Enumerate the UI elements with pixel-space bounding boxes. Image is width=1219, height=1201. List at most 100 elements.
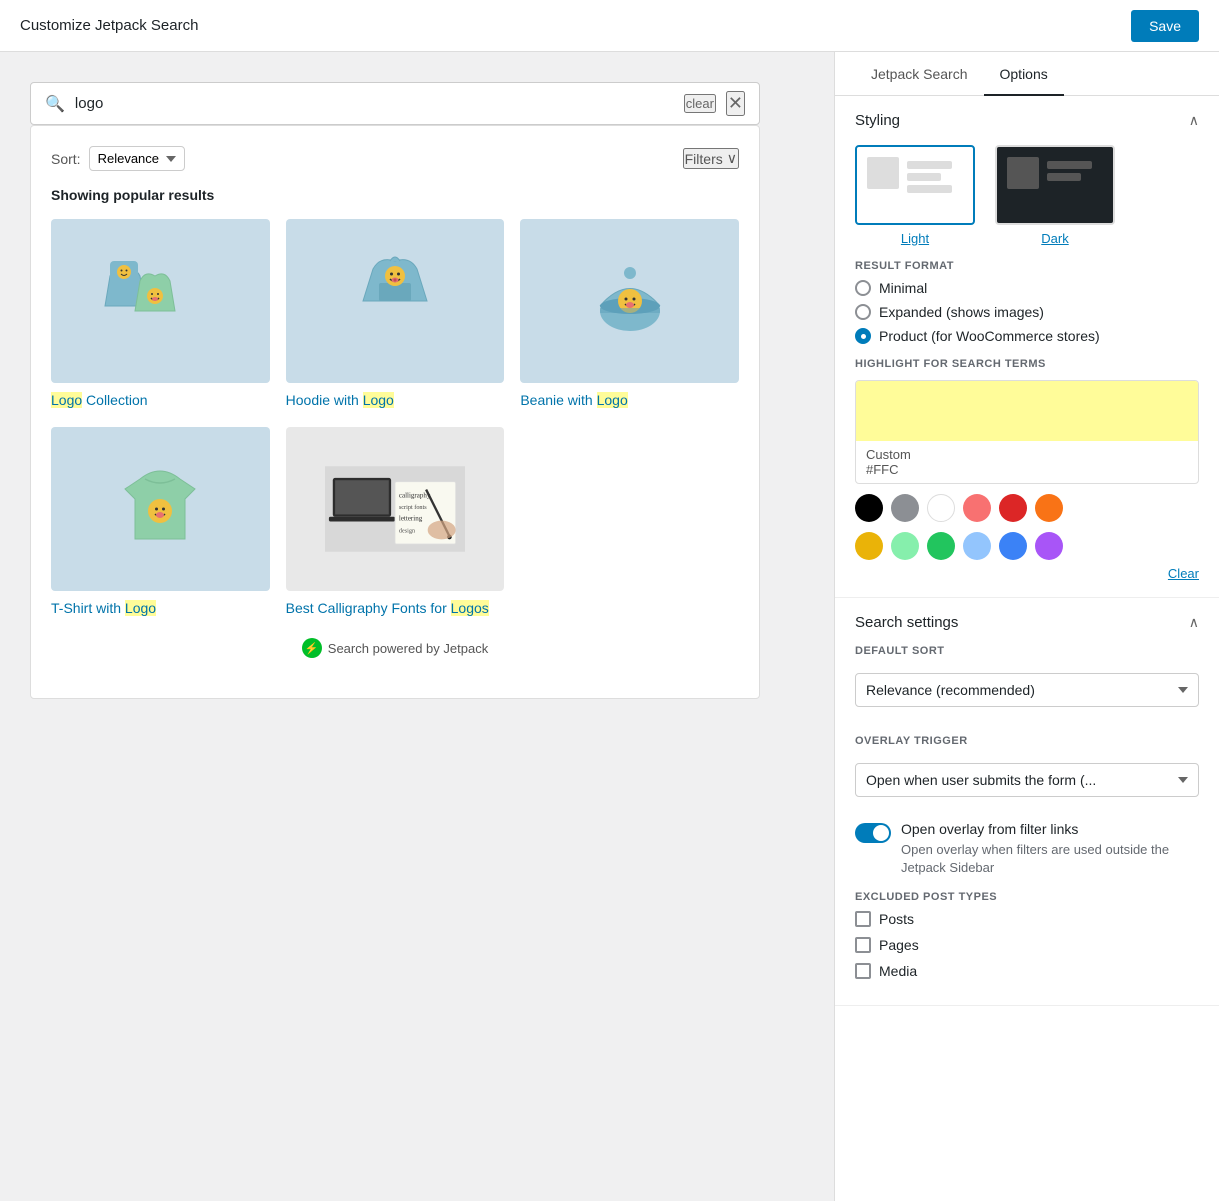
search-clear-button[interactable]: clear bbox=[684, 94, 716, 113]
product-highlight-3: Logo bbox=[597, 392, 628, 408]
excluded-post-types-label: Excluded post types bbox=[855, 891, 1199, 903]
result-format-minimal[interactable]: Minimal bbox=[855, 280, 1199, 296]
checkbox-posts-label: Posts bbox=[879, 911, 914, 927]
product-card-2[interactable]: Hoodie with Logo bbox=[286, 219, 505, 411]
search-settings-title: Search settings bbox=[855, 614, 958, 631]
radio-expanded-label: Expanded (shows images) bbox=[879, 304, 1044, 320]
theme-dark-line-1 bbox=[1047, 161, 1092, 169]
color-dot-light-blue[interactable] bbox=[963, 532, 991, 560]
product-title-3: Beanie with Logo bbox=[520, 391, 739, 411]
color-dot-pink[interactable] bbox=[963, 494, 991, 522]
theme-light-option[interactable]: Light bbox=[855, 145, 975, 246]
powered-by-footer: ⚡ Search powered by Jetpack bbox=[51, 618, 739, 678]
search-settings-chevron-icon: ∧ bbox=[1189, 614, 1199, 631]
search-settings-section: Search settings ∧ DEFAULT SORT Relevance… bbox=[835, 598, 1219, 1006]
filters-button[interactable]: Filters ∨ bbox=[683, 148, 739, 169]
overlay-trigger-label: OVERLAY TRIGGER bbox=[855, 735, 1199, 747]
default-sort-select[interactable]: Relevance (recommended) Date Price: Low … bbox=[855, 673, 1199, 707]
color-dot-blue[interactable] bbox=[999, 532, 1027, 560]
theme-light-label[interactable]: Light bbox=[901, 231, 929, 246]
product-highlight-2: Logo bbox=[363, 392, 394, 408]
search-settings-header[interactable]: Search settings ∧ bbox=[855, 614, 1199, 631]
radio-product[interactable] bbox=[855, 328, 871, 344]
product-title-5: Best Calligraphy Fonts for Logos bbox=[286, 599, 505, 619]
search-box-container: 🔍 logo clear ✕ bbox=[30, 82, 760, 125]
result-format-product[interactable]: Product (for WooCommerce stores) bbox=[855, 328, 1199, 344]
checkbox-posts-box[interactable] bbox=[855, 911, 871, 927]
color-palette-row-2 bbox=[855, 532, 1199, 560]
default-sort-label: DEFAULT SORT bbox=[855, 645, 1199, 657]
color-dot-orange[interactable] bbox=[1035, 494, 1063, 522]
theme-light-box bbox=[867, 157, 899, 189]
theme-dark-preview[interactable] bbox=[995, 145, 1115, 225]
checkbox-posts[interactable]: Posts bbox=[855, 911, 1199, 927]
search-icon: 🔍 bbox=[45, 94, 65, 114]
radio-minimal-label: Minimal bbox=[879, 280, 927, 296]
clear-color-link[interactable]: Clear bbox=[855, 566, 1199, 581]
theme-light-row bbox=[867, 157, 963, 193]
product-image-1 bbox=[51, 219, 270, 383]
color-dot-light-green[interactable] bbox=[891, 532, 919, 560]
theme-dark-line-2 bbox=[1047, 173, 1081, 181]
filter-toggle-text-block: Open overlay from filter links Open over… bbox=[901, 821, 1199, 877]
main-layout: 🔍 logo clear ✕ Sort: Relevance Date Pric… bbox=[0, 52, 1219, 1201]
product-image-4 bbox=[51, 427, 270, 591]
overlay-trigger-select[interactable]: Open when user submits the form (... Ope… bbox=[855, 763, 1199, 797]
product-image-hoodie-set bbox=[51, 219, 270, 383]
color-dot-gray[interactable] bbox=[891, 494, 919, 522]
svg-text:calligraphy: calligraphy bbox=[399, 491, 431, 499]
styling-section-header[interactable]: Styling ∧ bbox=[855, 112, 1199, 129]
product-card-4[interactable]: T-Shirt with Logo bbox=[51, 427, 270, 619]
filters-label: Filters bbox=[685, 151, 723, 167]
theme-light-line-3 bbox=[907, 185, 952, 193]
sort-label: Sort: bbox=[51, 151, 81, 167]
color-palette-row-1 bbox=[855, 494, 1199, 522]
theme-dark-label[interactable]: Dark bbox=[1041, 231, 1068, 246]
product-card-5[interactable]: calligraphy script fonts lettering desig… bbox=[286, 427, 505, 619]
filter-toggle-switch[interactable] bbox=[855, 823, 891, 843]
radio-minimal[interactable] bbox=[855, 280, 871, 296]
checkbox-media-box[interactable] bbox=[855, 963, 871, 979]
search-input[interactable]: logo bbox=[75, 95, 684, 112]
svg-text:script fonts: script fonts bbox=[399, 504, 427, 511]
custom-color-hex: #FFC bbox=[866, 462, 1188, 477]
radio-expanded[interactable] bbox=[855, 304, 871, 320]
result-format-expanded[interactable]: Expanded (shows images) bbox=[855, 304, 1199, 320]
save-button[interactable]: Save bbox=[1131, 10, 1199, 42]
sort-controls: Sort: Relevance Date Price bbox=[51, 146, 185, 171]
panel-tabs: Jetpack Search Options bbox=[835, 52, 1219, 96]
color-dot-red[interactable] bbox=[999, 494, 1027, 522]
checkbox-pages[interactable]: Pages bbox=[855, 937, 1199, 953]
filters-chevron-icon: ∨ bbox=[727, 150, 737, 167]
product-image-2 bbox=[286, 219, 505, 383]
toggle-knob bbox=[873, 825, 889, 841]
showing-label: Showing popular results bbox=[51, 187, 739, 203]
theme-dark-row bbox=[1007, 157, 1103, 189]
color-dot-purple[interactable] bbox=[1035, 532, 1063, 560]
checkbox-media[interactable]: Media bbox=[855, 963, 1199, 979]
tab-options[interactable]: Options bbox=[984, 52, 1064, 96]
product-highlight-1: Logo bbox=[51, 392, 82, 408]
sort-select[interactable]: Relevance Date Price bbox=[89, 146, 185, 171]
top-bar: Customize Jetpack Search Save bbox=[0, 0, 1219, 52]
theme-dark-option[interactable]: Dark bbox=[995, 145, 1115, 246]
page-title: Customize Jetpack Search bbox=[20, 17, 198, 34]
product-card-3[interactable]: Beanie with Logo bbox=[520, 219, 739, 411]
color-preview-box: Custom #FFC bbox=[855, 380, 1199, 484]
product-title-1: Logo Collection bbox=[51, 391, 270, 411]
tab-jetpack-search[interactable]: Jetpack Search bbox=[855, 52, 984, 96]
color-dot-white[interactable] bbox=[927, 494, 955, 522]
color-label-row: Custom #FFC bbox=[856, 441, 1198, 483]
color-dot-green[interactable] bbox=[927, 532, 955, 560]
color-dot-black[interactable] bbox=[855, 494, 883, 522]
theme-light-preview[interactable] bbox=[855, 145, 975, 225]
color-dot-yellow[interactable] bbox=[855, 532, 883, 560]
product-image-beanie bbox=[520, 219, 739, 383]
color-swatch-large bbox=[856, 381, 1198, 441]
checkbox-pages-box[interactable] bbox=[855, 937, 871, 953]
result-format-label: RESULT FORMAT bbox=[855, 260, 1199, 272]
radio-product-label: Product (for WooCommerce stores) bbox=[879, 328, 1100, 344]
product-card-1[interactable]: Logo Collection bbox=[51, 219, 270, 411]
theme-light-line-1 bbox=[907, 161, 952, 169]
search-close-button[interactable]: ✕ bbox=[726, 91, 745, 116]
